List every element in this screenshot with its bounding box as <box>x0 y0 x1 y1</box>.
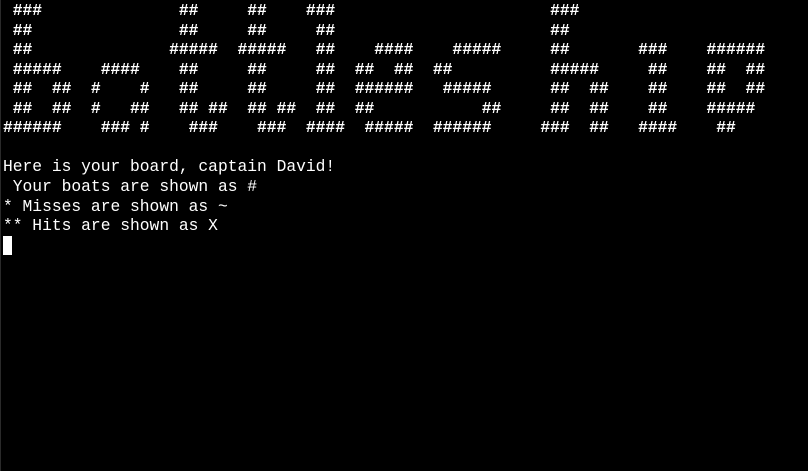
terminal-output: Here is your board, captain David! Your … <box>3 157 335 236</box>
ascii-art-banner: ### ## ## ### ### ## ## ## ## ## ## ####… <box>3 1 765 138</box>
misses-legend: * Misses are shown as ~ <box>3 196 228 216</box>
banner-line: ### ## ## ### ### <box>3 1 580 20</box>
greeting-message: Here is your board, captain David! <box>3 157 336 176</box>
banner-line: ## ##### ##### ## #### ##### ## ### ####… <box>3 40 766 59</box>
boats-legend: Your boats are shown as # <box>3 176 258 196</box>
banner-line: ## ## # ## ## ## ## ## ## ## ## ## ## ##… <box>3 98 756 118</box>
banner-line: ## ## # # ## ## ## ###### ##### ## ## ##… <box>3 79 766 98</box>
terminal-window[interactable]: ### ## ## ### ### ## ## ## ## ## ## ####… <box>0 0 808 471</box>
text-cursor <box>3 236 12 255</box>
banner-line: ###### ### # ### ### #### ##### ###### #… <box>3 118 736 137</box>
banner-line: ## ## ## ## ## <box>3 20 570 40</box>
banner-line: ##### #### ## ## ## ## ## ## ##### ## ##… <box>3 59 766 79</box>
hits-legend: ** Hits are shown as X <box>3 216 218 236</box>
